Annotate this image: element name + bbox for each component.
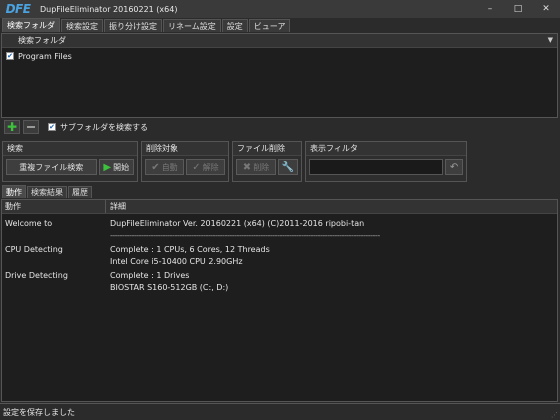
plus-icon: ✚	[6, 120, 18, 134]
display-filter-input[interactable]	[309, 159, 444, 175]
resize-grip-icon[interactable]: ⋰	[551, 411, 558, 419]
release-button[interactable]: ✓ 解除	[186, 159, 225, 175]
col-action-header[interactable]: 動作	[2, 200, 106, 213]
main-tabs: 検索フォルダ 検索設定 振り分け設定 リネーム設定 設定 ビューア	[0, 18, 560, 32]
start-label: 開始	[113, 162, 130, 172]
folder-header-label: 検索フォルダ	[18, 36, 66, 45]
log-separator: ----------------------------------------…	[110, 231, 380, 240]
wrench-icon: 🔧	[281, 161, 295, 173]
display-filter-group: 表示フィルタ ↶	[305, 141, 467, 182]
log-tabs: 動作 検索結果 履歴	[0, 185, 560, 198]
subfolder-label: サブフォルダを検索する	[60, 122, 148, 132]
status-bar: 設定を保存しました ⋰	[0, 403, 560, 420]
folder-checkbox[interactable]: ✔	[6, 52, 14, 60]
search-group-title: 検索	[3, 142, 137, 156]
dup-file-search-button[interactable]: 重複ファイル検索	[6, 159, 97, 175]
tab-viewer[interactable]: ビューア	[248, 19, 291, 32]
app-logo: DFE	[5, 2, 31, 16]
file-delete-group: ファイル削除 ✖ 削除 🔧	[232, 141, 302, 182]
tab-search-settings[interactable]: 検索設定	[61, 19, 103, 32]
tab-action[interactable]: 動作	[2, 185, 26, 198]
add-folder-button[interactable]: ✚	[4, 120, 20, 134]
log-table: 動作 詳細 Welcome to DupFileEliminator Ver. …	[1, 199, 558, 402]
col-detail-header[interactable]: 詳細	[106, 200, 557, 213]
log-row: Intel Core i5-10400 CPU 2.90GHz	[2, 256, 557, 268]
log-row: BIOSTAR S160-512GB (C:, D:)	[2, 282, 557, 294]
tools-button[interactable]: 🔧	[278, 159, 298, 175]
log-action: CPU Detecting	[5, 245, 63, 254]
log-detail: Complete : 1 Drives	[110, 271, 190, 280]
release-label: 解除	[202, 162, 219, 172]
log-action	[2, 230, 106, 242]
tab-search-results[interactable]: 検索結果	[27, 186, 67, 198]
delete-target-title: 削除対象	[142, 142, 228, 156]
log-row: ----------------------------------------…	[2, 230, 557, 242]
folder-toolbar: ✚ ✔ サブフォルダを検索する	[0, 118, 560, 136]
folder-list-header[interactable]: 検索フォルダ ▼	[2, 34, 557, 48]
delete-target-group: 削除対象 ✔ 自動 ✓ 解除	[141, 141, 229, 182]
search-group: 検索 重複ファイル検索 ▶ 開始	[2, 141, 138, 182]
folder-item-label: Program Files	[18, 51, 72, 61]
log-row: Welcome to DupFileEliminator Ver. 201602…	[2, 218, 557, 230]
minimize-button[interactable]: –	[476, 0, 504, 18]
play-icon: ▶	[103, 161, 112, 173]
log-row: CPU Detecting Complete : 1 CPUs, 6 Cores…	[2, 244, 557, 256]
log-header: 動作 詳細	[2, 200, 557, 214]
close-button[interactable]: ✕	[532, 0, 560, 18]
log-action	[2, 256, 106, 268]
tab-history[interactable]: 履歴	[68, 186, 92, 198]
undo-icon: ↶	[449, 161, 459, 173]
display-filter-title: 表示フィルタ	[306, 142, 466, 156]
delete-button[interactable]: ✖ 削除	[236, 159, 276, 175]
log-detail: DupFileEliminator Ver. 20160221 (x64) (C…	[110, 219, 365, 228]
minus-icon	[27, 126, 35, 128]
log-detail: Complete : 1 CPUs, 6 Cores, 12 Threads	[110, 245, 270, 254]
log-action	[2, 282, 106, 294]
dropdown-arrow-icon[interactable]: ▼	[548, 36, 553, 44]
log-action: Welcome to	[5, 219, 53, 228]
tab-rename-settings[interactable]: リネーム設定	[163, 19, 221, 32]
log-detail: Intel Core i5-10400 CPU 2.90GHz	[110, 257, 243, 266]
uncheck-icon: ✓	[192, 161, 201, 173]
window-title: DupFileEliminator 20160221 (x64)	[40, 4, 178, 14]
log-action: Drive Detecting	[5, 271, 68, 280]
title-bar: DFE DupFileEliminator 20160221 (x64) – □…	[0, 0, 560, 18]
remove-folder-button[interactable]	[23, 120, 39, 134]
x-icon: ✖	[242, 161, 252, 173]
tab-search-folder[interactable]: 検索フォルダ	[2, 18, 60, 32]
log-detail: BIOSTAR S160-512GB (C:, D:)	[110, 283, 229, 292]
subfolder-checkbox[interactable]: ✔	[48, 123, 56, 131]
auto-select-button[interactable]: ✔ 自動	[145, 159, 184, 175]
folder-item[interactable]: ✔ Program Files	[2, 50, 557, 62]
file-delete-title: ファイル削除	[233, 142, 301, 156]
delete-label: 削除	[253, 162, 270, 172]
check-icon: ✔	[151, 161, 160, 173]
folder-list: 検索フォルダ ▼ ✔ Program Files	[1, 33, 558, 118]
tab-settings[interactable]: 設定	[221, 19, 248, 32]
tab-sort-settings[interactable]: 振り分け設定	[104, 19, 162, 32]
undo-filter-button[interactable]: ↶	[445, 159, 463, 175]
start-button[interactable]: ▶ 開始	[98, 159, 134, 175]
maximize-button[interactable]: □	[504, 0, 532, 18]
auto-label: 自動	[161, 162, 178, 172]
status-text: 設定を保存しました	[3, 407, 75, 417]
log-row: Drive Detecting Complete : 1 Drives	[2, 270, 557, 282]
